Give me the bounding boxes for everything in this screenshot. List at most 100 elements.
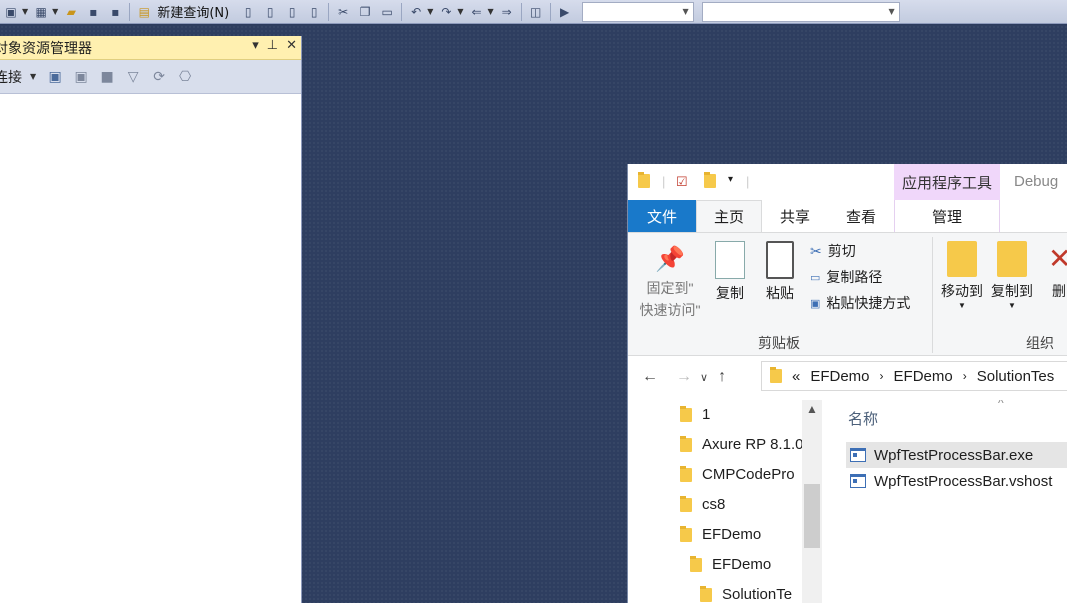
- folder-icon: [770, 367, 782, 383]
- back-arrow-icon[interactable]: ←: [642, 368, 658, 386]
- window-title: Debug: [1014, 173, 1059, 190]
- tab-file[interactable]: 文件: [628, 200, 696, 232]
- connect-object-explorer-icon[interactable]: ▣: [46, 68, 64, 86]
- paste-shortcut-button[interactable]: ▣ 粘贴快捷方式: [810, 293, 910, 313]
- tree-item[interactable]: 1: [680, 405, 710, 423]
- mdx-query-icon[interactable]: ▯: [262, 4, 278, 20]
- tree-item[interactable]: cs8: [680, 495, 725, 513]
- activity-monitor-icon[interactable]: ◫: [528, 4, 544, 20]
- save-all-icon[interactable]: ▪: [107, 4, 123, 20]
- delete-button[interactable]: ✕ 删: [1048, 241, 1067, 301]
- copy-icon[interactable]: ❐: [357, 4, 373, 20]
- copy-path-label: 复制路径: [826, 269, 883, 285]
- tab-home[interactable]: 主页: [696, 200, 762, 232]
- cut-icon[interactable]: ✂: [335, 4, 351, 20]
- tree-item-label: CMPCodePro: [702, 466, 795, 483]
- pin-quick-access-button[interactable]: 📌 固定到" 快速访问": [634, 245, 706, 320]
- breadcrumb-item[interactable]: EFDemo: [810, 368, 869, 385]
- dropdown-arrow-icon[interactable]: ▼: [488, 7, 494, 16]
- dropdown-arrow-icon[interactable]: ▼: [427, 7, 433, 16]
- move-to-button[interactable]: 移动到 ▼: [938, 241, 986, 310]
- new-query-button[interactable]: 新建查询(N): [157, 2, 229, 21]
- address-overflow[interactable]: «: [792, 368, 800, 385]
- tree-item[interactable]: CMPCodePro: [680, 465, 795, 483]
- tab-share[interactable]: 共享: [768, 200, 822, 232]
- copy-label: 复制: [716, 285, 744, 301]
- open-folder-icon[interactable]: ▰: [63, 4, 79, 20]
- scrollbar-thumb[interactable]: [804, 484, 820, 548]
- dmx-query-icon[interactable]: ▯: [284, 4, 300, 20]
- stop-icon[interactable]: ■: [98, 68, 116, 86]
- ssms-toolbar: ▣ ▼ ▦ ▼ ▰ ▪ ▪ ▤ 新建查询(N) ▯ ▯ ▯ ▯ ✂ ❐ ▭ ↶ …: [0, 0, 1067, 24]
- window-position-dropdown-icon[interactable]: ▾: [252, 38, 259, 53]
- add-item-icon[interactable]: ▦: [33, 4, 49, 20]
- xmla-query-icon[interactable]: ▯: [306, 4, 322, 20]
- folder-icon: [680, 465, 692, 482]
- address-bar[interactable]: « EFDemo › EFDemo › SolutionTes: [761, 361, 1067, 391]
- new-query-icon[interactable]: ▤: [136, 4, 152, 20]
- chevron-down-icon: ▼: [682, 7, 689, 16]
- breadcrumb-separator-icon: ›: [879, 369, 884, 383]
- save-icon[interactable]: ▪: [85, 4, 101, 20]
- breadcrumb-item[interactable]: EFDemo: [894, 368, 953, 385]
- solution-config-combo[interactable]: ▼: [581, 1, 694, 22]
- paste-icon: [766, 241, 794, 279]
- filter-icon[interactable]: ▽: [124, 68, 142, 86]
- tab-view[interactable]: 查看: [836, 200, 886, 232]
- navigation-tree: 1 Axure RP 8.1.0 CMPCodePro cs8 EFDemo E…: [628, 400, 822, 603]
- dropdown-arrow-icon[interactable]: ▼: [52, 7, 58, 16]
- pin-icon[interactable]: ⊥: [267, 38, 278, 53]
- recent-locations-chevron-icon[interactable]: ∨: [700, 371, 708, 384]
- close-icon[interactable]: ✕: [286, 38, 297, 53]
- new-project-icon[interactable]: ▣: [3, 4, 19, 20]
- tab-manage[interactable]: 管理: [894, 200, 1000, 232]
- disconnect-icon[interactable]: ▣: [72, 68, 90, 86]
- chevron-down-icon: ▼: [1008, 301, 1016, 310]
- file-row[interactable]: WpfTestProcessBar.vshost: [846, 468, 1067, 494]
- redo-icon[interactable]: ↷: [438, 4, 454, 20]
- up-arrow-icon[interactable]: ↑: [718, 368, 726, 386]
- toolbar-separator: |: [746, 174, 750, 189]
- paste-icon[interactable]: ▭: [379, 4, 395, 20]
- undo-icon[interactable]: ↶: [408, 4, 424, 20]
- forward-arrow-icon[interactable]: →: [676, 368, 692, 386]
- navigate-backward-icon[interactable]: ⇐: [469, 4, 485, 20]
- tree-item[interactable]: EFDemo: [690, 555, 771, 573]
- column-header-name[interactable]: 名称: [848, 408, 878, 429]
- database-query-icon[interactable]: ▯: [240, 4, 256, 20]
- tree-item[interactable]: SolutionTe: [700, 585, 792, 603]
- new-folder-icon[interactable]: [704, 172, 716, 191]
- execute-icon[interactable]: ▶: [557, 4, 573, 20]
- paste-button[interactable]: 粘贴: [760, 241, 800, 303]
- folder-icon: [638, 172, 650, 191]
- activity-icon[interactable]: ⎔: [176, 68, 194, 86]
- ribbon-tabs: 文件 主页 共享 查看 管理: [628, 200, 1067, 232]
- breadcrumb-item[interactable]: SolutionTes: [977, 368, 1055, 385]
- tree-scrollbar[interactable]: ▲: [802, 400, 822, 603]
- object-explorer-toolbar: 连接 ▼ ▣ ▣ ■ ▽ ⟳ ⎔: [0, 60, 301, 94]
- customize-qat-icon[interactable]: ▾: [728, 174, 733, 185]
- connect-button[interactable]: 连接: [0, 67, 22, 87]
- paste-shortcut-icon: ▣: [810, 297, 821, 310]
- scroll-up-arrow-icon[interactable]: ▲: [806, 402, 818, 416]
- copy-path-button[interactable]: ▭ 复制路径: [810, 267, 882, 287]
- dropdown-arrow-icon[interactable]: ▼: [22, 7, 28, 16]
- copy-to-button[interactable]: 复制到 ▼: [988, 241, 1036, 310]
- dropdown-arrow-icon[interactable]: ▼: [457, 7, 463, 16]
- refresh-icon[interactable]: ⟳: [150, 68, 168, 86]
- toolbar-separator: [549, 2, 551, 21]
- tree-item[interactable]: Axure RP 8.1.0: [680, 435, 803, 453]
- file-name: WpfTestProcessBar.vshost: [874, 472, 1053, 490]
- copy-button[interactable]: 复制: [710, 241, 750, 303]
- tree-item[interactable]: EFDemo: [680, 525, 761, 543]
- toolbar-separator: [520, 2, 522, 21]
- platform-combo[interactable]: ▼: [701, 1, 900, 22]
- file-list: ^ 名称 WpfTestProcessBar.exe WpfTestProces…: [840, 400, 1067, 603]
- sort-ascending-icon: ^: [998, 400, 1004, 410]
- dropdown-arrow-icon[interactable]: ▼: [30, 72, 36, 81]
- cut-button[interactable]: ✂ 剪切: [810, 241, 856, 261]
- navigate-forward-icon[interactable]: ⇒: [499, 4, 515, 20]
- properties-icon[interactable]: ☑: [676, 174, 688, 190]
- file-row[interactable]: WpfTestProcessBar.exe: [846, 442, 1067, 468]
- object-explorer-panel: 对象资源管理器 ▾ ⊥ ✕ 连接 ▼ ▣ ▣ ■ ▽ ⟳ ⎔: [0, 36, 302, 603]
